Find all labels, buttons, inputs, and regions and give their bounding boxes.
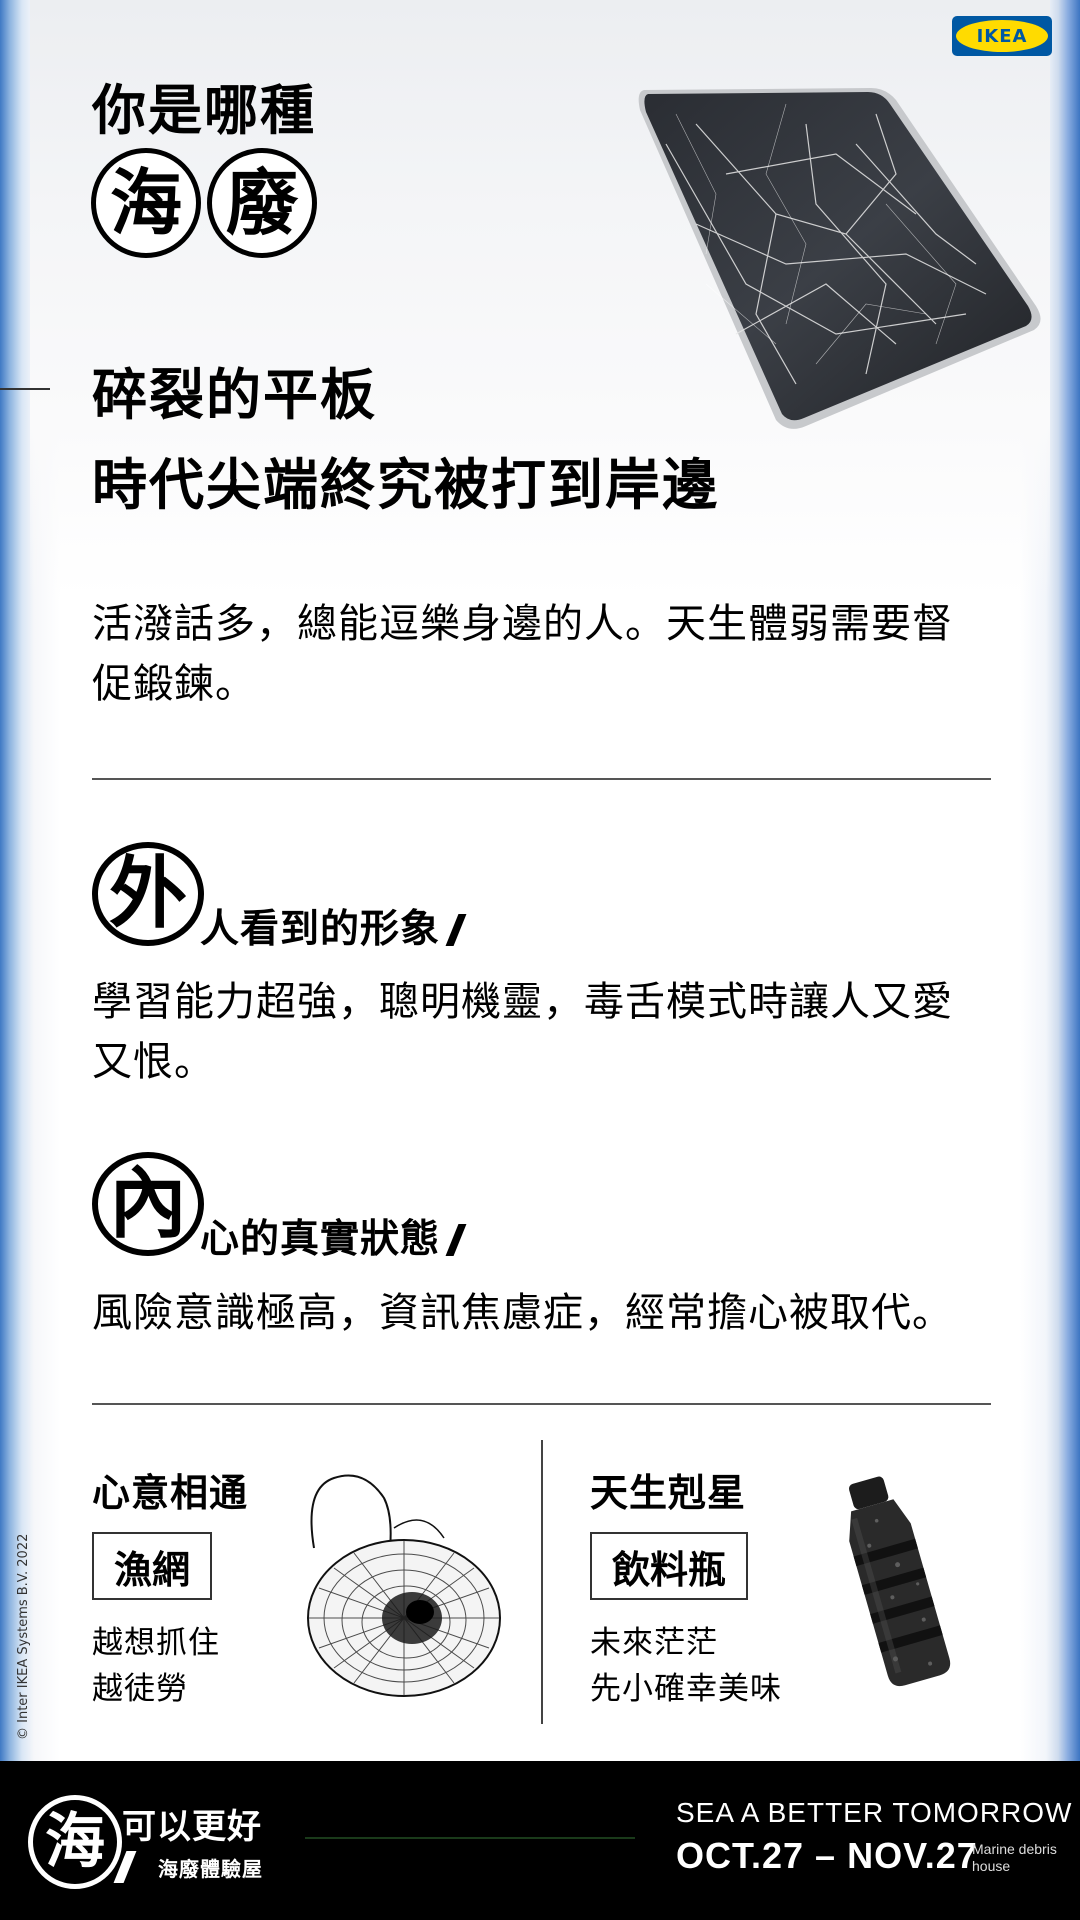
footer-tagline: SEA A BETTER TOMORROW <box>676 1797 1073 1828</box>
nemesis-text: 未來茫茫 先小確幸美味 <box>590 1620 782 1712</box>
outer-line-2: 又恨。 <box>92 1039 215 1085</box>
copyright-text: © Inter IKEA Systems B.V. 2022 <box>16 1533 31 1740</box>
footer-md-line-2: house <box>972 1858 1011 1874</box>
outer-section-heading: 外 人看到的形象 <box>92 842 467 952</box>
inner-heading: 心的真實狀態 <box>200 1217 441 1262</box>
circled-char-sea: 海 <box>91 148 201 258</box>
column-divider <box>541 1440 543 1724</box>
outer-text: 學習能力超強，聰明機靈，毒舌模式時讓人又愛 又恨。 <box>92 972 982 1092</box>
exclaim-slash-icon <box>445 1224 467 1256</box>
subtitle-line-2: 時代尖端終究被打到岸邊 <box>92 453 720 517</box>
footer-marine-debris: Marine debris house <box>972 1841 1057 1875</box>
cracked-tablet-icon <box>638 88 1041 429</box>
match-item-box: 漁網 <box>92 1532 212 1600</box>
footer-divider <box>305 1837 635 1839</box>
fishing-net-icon <box>307 1474 501 1697</box>
plastic-bottle-icon <box>848 1476 951 1687</box>
circled-char-inner: 內 <box>92 1152 204 1256</box>
footer-subtitle: 海廢體驗屋 <box>158 1857 263 1881</box>
inner-section-heading: 內 心的真實狀態 <box>92 1152 467 1262</box>
match-text: 越想抓住 越徒勞 <box>92 1620 220 1712</box>
inner-text: 風險意識極高，資訊焦慮症，經常擔心被取代。 <box>92 1290 953 1336</box>
intro-line-1: 活潑話多，總能逗樂身邊的人。天生體弱需要督 <box>92 601 953 647</box>
footer-title: 可以更好 <box>122 1807 262 1847</box>
subtitle-line-1: 碎裂的平板 <box>92 363 378 427</box>
circled-char-outer: 外 <box>92 842 204 946</box>
footer-dates: OCT.27 – NOV.27 <box>676 1835 978 1876</box>
footer-circled-char: 海 <box>28 1795 122 1889</box>
footer-md-line-1: Marine debris <box>972 1841 1057 1857</box>
question-heading: 你是哪種 <box>92 79 316 142</box>
intro-text: 活潑話多，總能逗樂身邊的人。天生體弱需要督 促鍛鍊。 <box>92 594 982 714</box>
outer-heading: 人看到的形象 <box>200 907 441 952</box>
circled-title: 海 廢 <box>91 148 317 258</box>
match-heading: 心意相通 <box>92 1471 249 1515</box>
nemesis-line-2: 先小確幸美味 <box>590 1671 782 1707</box>
match-line-2: 越徒勞 <box>92 1671 188 1707</box>
ikea-logo: IKEA <box>952 16 1052 56</box>
poster: IKEA 你是哪種 海 廢 碎裂的平板 時代尖端終究被打到岸邊 活潑話多，總能逗… <box>0 0 1080 1761</box>
nemesis-line-1: 未來茫茫 <box>590 1625 718 1661</box>
nemesis-heading: 天生剋星 <box>590 1471 747 1515</box>
divider-bottom <box>92 1403 991 1405</box>
match-line-1: 越想抓住 <box>92 1625 220 1661</box>
intro-line-2: 促鍛鍊。 <box>92 661 256 707</box>
outer-line-1: 學習能力超強，聰明機靈，毒舌模式時讓人又愛 <box>92 979 953 1025</box>
circled-char-waste: 廢 <box>207 148 317 258</box>
side-tick <box>0 388 50 390</box>
footer-bar: 海 可以更好 海廢體驗屋 SEA A BETTER TOMORROW OCT.2… <box>0 1761 1080 1920</box>
divider-top <box>92 778 991 780</box>
exclaim-slash-icon <box>445 914 467 946</box>
nemesis-item-box: 飲料瓶 <box>590 1532 748 1600</box>
logo-text: IKEA <box>976 25 1028 47</box>
